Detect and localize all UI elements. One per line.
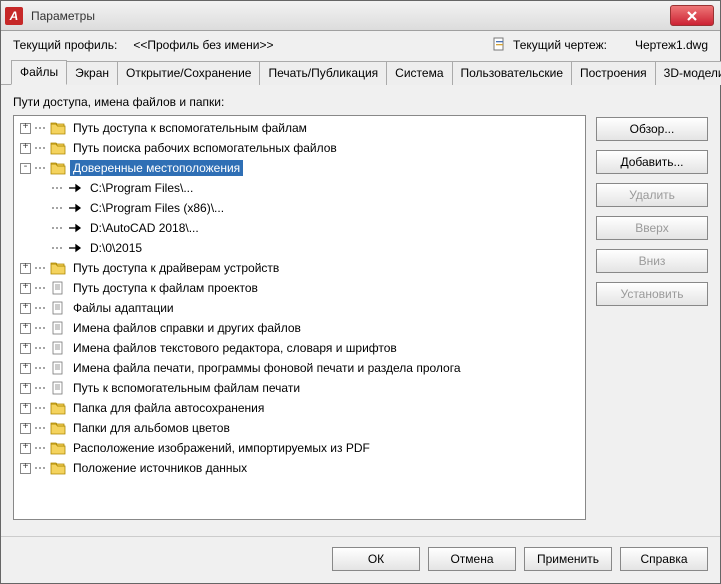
ok-button[interactable]: ОК xyxy=(332,547,420,571)
tree-row[interactable]: D:\AutoCAD 2018\... xyxy=(14,218,585,238)
expander-icon[interactable]: + xyxy=(20,143,31,154)
tree-row[interactable]: + Путь доступа к файлам проектов xyxy=(14,278,585,298)
tree-row[interactable]: C:\Program Files (x86)\... xyxy=(14,198,585,218)
tree-item-label: Положение источников данных xyxy=(70,460,250,476)
tree-item-label: Папка для файла автосохранения xyxy=(70,400,267,416)
expander-icon[interactable]: + xyxy=(20,363,31,374)
tree-item-label: Путь доступа к драйверам устройств xyxy=(70,260,282,276)
expander-icon[interactable]: - xyxy=(20,163,31,174)
side-button: Установить xyxy=(596,282,708,306)
tree-item-label: Расположение изображений, импортируемых … xyxy=(70,440,373,456)
close-icon xyxy=(686,10,698,22)
tree-row[interactable]: D:\0\2015 xyxy=(14,238,585,258)
tree-row[interactable]: C:\Program Files\... xyxy=(14,178,585,198)
help-button[interactable]: Справка xyxy=(620,547,708,571)
tree-row[interactable]: + Путь доступа к драйверам устройств xyxy=(14,258,585,278)
current-drawing-label: Текущий чертеж: xyxy=(513,38,607,52)
profile-row: Текущий профиль: <<Профиль без имени>> Т… xyxy=(1,31,720,59)
tab-5[interactable]: Пользовательские xyxy=(452,61,573,85)
apply-button[interactable]: Применить xyxy=(524,547,612,571)
app-icon: A xyxy=(5,7,23,25)
tab-6[interactable]: Построения xyxy=(571,61,656,85)
path-tree[interactable]: + Путь доступа к вспомогательным файлам + П… xyxy=(13,115,586,520)
tree-row[interactable]: + Файлы адаптации xyxy=(14,298,585,318)
expander-icon[interactable]: + xyxy=(20,443,31,454)
expander-icon[interactable]: + xyxy=(20,423,31,434)
expander-icon[interactable]: + xyxy=(20,283,31,294)
side-button-column: Обзор... Добавить... Удалить Вверх Вниз Устан… xyxy=(596,115,708,520)
side-button: Удалить xyxy=(596,183,708,207)
tree-item-label: Путь поиска рабочих вспомогательных файл… xyxy=(70,140,340,156)
tree-row[interactable]: + Имена файлов справки и других файлов xyxy=(14,318,585,338)
cancel-button[interactable]: Отмена xyxy=(428,547,516,571)
tree-item-label: C:\Program Files (x86)\... xyxy=(87,200,227,216)
tree-item-label: Имена файлов справки и других файлов xyxy=(70,320,304,336)
side-button: Вверх xyxy=(596,216,708,240)
tree-row[interactable]: + Имена файла печати, программы фоновой п… xyxy=(14,358,585,378)
tree-row[interactable]: + Папки для альбомов цветов xyxy=(14,418,585,438)
tree-row[interactable]: + Расположение изображений, импортируемых… xyxy=(14,438,585,458)
tree-row[interactable]: + Папка для файла автосохранения xyxy=(14,398,585,418)
tree-item-label: Доверенные местоположения xyxy=(70,160,243,176)
side-button: Вниз xyxy=(596,249,708,273)
tree-row[interactable]: + Положение источников данных xyxy=(14,458,585,478)
current-profile-value: <<Профиль без имени>> xyxy=(133,38,273,52)
side-button[interactable]: Добавить... xyxy=(596,150,708,174)
titlebar[interactable]: A Параметры xyxy=(1,1,720,31)
tab-3[interactable]: Печать/Публикация xyxy=(259,61,387,85)
expander-icon[interactable]: + xyxy=(20,323,31,334)
expander-icon[interactable]: + xyxy=(20,403,31,414)
tab-7[interactable]: 3D-моделирова xyxy=(655,61,721,85)
tree-item-label: Путь доступа к файлам проектов xyxy=(70,280,261,296)
tree-item-label: Папки для альбомов цветов xyxy=(70,420,233,436)
tree-row[interactable]: + Путь к вспомогательным файлам печати xyxy=(14,378,585,398)
tab-1[interactable]: Экран xyxy=(66,61,118,85)
tree-row[interactable]: + Путь доступа к вспомогательным файлам xyxy=(14,118,585,138)
expander-icon[interactable]: + xyxy=(20,123,31,134)
tree-row[interactable]: + Имена файлов текстового редактора, слов… xyxy=(14,338,585,358)
tree-item-label: D:\AutoCAD 2018\... xyxy=(87,220,202,236)
expander-icon[interactable]: + xyxy=(20,383,31,394)
expander-icon[interactable]: + xyxy=(20,303,31,314)
side-button[interactable]: Обзор... xyxy=(596,117,708,141)
tree-item-label: C:\Program Files\... xyxy=(87,180,196,196)
tab-strip: ФайлыЭкранОткрытие/СохранениеПечать/Публ… xyxy=(1,59,720,85)
close-button[interactable] xyxy=(670,5,714,26)
drawing-icon xyxy=(491,37,507,53)
tree-item-label: D:\0\2015 xyxy=(87,240,145,256)
current-drawing-value: Чертеж1.dwg xyxy=(635,38,708,52)
tree-item-label: Путь доступа к вспомогательным файлам xyxy=(70,120,310,136)
expander-icon[interactable]: + xyxy=(20,343,31,354)
tree-row[interactable]: + Путь поиска рабочих вспомогательных фай… xyxy=(14,138,585,158)
tab-4[interactable]: Система xyxy=(386,61,452,85)
tree-item-label: Путь к вспомогательным файлам печати xyxy=(70,380,303,396)
expander-icon[interactable]: + xyxy=(20,463,31,474)
current-profile-label: Текущий профиль: xyxy=(13,38,117,52)
options-dialog: A Параметры Текущий профиль: <<Профиль б… xyxy=(0,0,721,584)
tree-item-label: Имена файла печати, программы фоновой пе… xyxy=(70,360,464,376)
tree-item-label: Файлы адаптации xyxy=(70,300,177,316)
tree-item-label: Имена файлов текстового редактора, слова… xyxy=(70,340,400,356)
tree-row[interactable]: - Доверенные местоположения xyxy=(14,158,585,178)
tab-2[interactable]: Открытие/Сохранение xyxy=(117,61,260,85)
tree-prompt: Пути доступа, имена файлов и папки: xyxy=(13,95,708,109)
expander-icon[interactable]: + xyxy=(20,263,31,274)
dialog-button-row: ОК Отмена Применить Справка xyxy=(1,536,720,583)
tab-0[interactable]: Файлы xyxy=(11,60,67,85)
window-title: Параметры xyxy=(31,9,716,23)
